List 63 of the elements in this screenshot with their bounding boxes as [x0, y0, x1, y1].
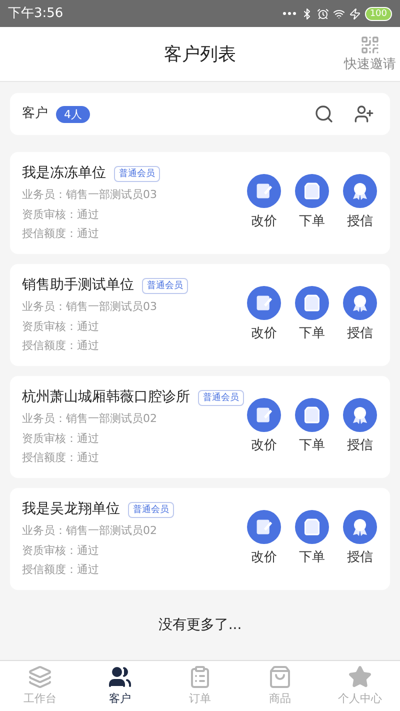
customer-detail: 授信额度：通过 [22, 338, 100, 354]
customer-detail: 授信额度：通过 [22, 562, 100, 578]
customer-name: 我是吴龙翔单位 [22, 500, 120, 520]
customer-name: 我是冻冻单位 [22, 164, 106, 184]
count-badge: 4人 [56, 106, 90, 122]
action-button[interactable]: 改价 [246, 286, 282, 344]
layers-icon [28, 664, 52, 689]
qr-code-icon [360, 35, 380, 55]
action-button[interactable]: 下单 [294, 174, 330, 232]
customer-detail: 授信额度：通过 [22, 226, 100, 242]
action-button[interactable]: 改价 [246, 510, 282, 568]
customer-detail: 业务员：销售一部测试员03 [22, 187, 158, 204]
summary-label: 客户 [22, 105, 48, 124]
customer-detail: 资质审核：通过 [22, 318, 100, 335]
star-icon [348, 664, 372, 689]
dots-icon [282, 12, 297, 16]
customer-card[interactable]: 杭州萧山城厢韩薇口腔诊所 普通会员 业务员：销售一部测试员02 资质审核：通过 授信额度：通过 改价 下单 授信 [10, 376, 390, 478]
action-button[interactable]: 下单 [294, 510, 330, 568]
customer-detail: 资质审核：通过 [22, 542, 100, 559]
search-button[interactable] [314, 104, 334, 124]
member-tag: 普通会员 [198, 390, 244, 406]
battery-indicator: 100 [364, 6, 392, 20]
ribbon-badge-icon [350, 517, 370, 538]
customer-detail: 业务员：销售一部测试员02 [22, 411, 158, 428]
member-tag: 普通会员 [142, 278, 188, 294]
customer-card[interactable]: 我是冻冻单位 普通会员 业务员：销售一部测试员03 资质审核：通过 授信额度：通过 改价 下单 授信 [10, 152, 390, 254]
customer-name: 杭州萧山城厢韩薇口腔诊所 [22, 388, 190, 408]
end-of-list-text: 没有更多了... [158, 616, 242, 634]
note-edit-icon [255, 294, 273, 312]
customer-detail: 资质审核：通过 [22, 206, 100, 223]
tab[interactable]: 客户 [80, 661, 160, 711]
action-button[interactable]: 改价 [246, 398, 282, 456]
alarm-icon [316, 8, 329, 20]
customer-detail: 业务员：销售一部测试员03 [22, 299, 158, 316]
note-edit-icon [255, 406, 273, 424]
status-time: 下午3:56 [8, 4, 64, 23]
member-tag: 普通会员 [128, 502, 174, 518]
member-tag: 普通会员 [114, 166, 160, 182]
action-button[interactable]: 下单 [294, 286, 330, 344]
ribbon-badge-icon [350, 181, 370, 202]
wifi-icon [332, 8, 345, 20]
clipboard-icon [188, 664, 212, 689]
action-button[interactable]: 授信 [342, 510, 378, 568]
action-button[interactable]: 改价 [246, 174, 282, 232]
note-edit-icon [255, 182, 273, 200]
action-button[interactable]: 授信 [342, 286, 378, 344]
customer-detail: 业务员：销售一部测试员02 [22, 523, 158, 540]
ribbon-badge-icon [350, 405, 370, 426]
users-icon [108, 664, 132, 689]
page-title: 客户列表 [164, 42, 236, 66]
action-button[interactable]: 授信 [342, 398, 378, 456]
ribbon-badge-icon [350, 293, 370, 314]
charging-icon [348, 8, 361, 20]
add-user-button[interactable] [354, 104, 374, 124]
customer-card[interactable]: 销售助手测试单位 普通会员 业务员：销售一部测试员03 资质审核：通过 授信额度：通过 改价 下单 授信 [10, 264, 390, 366]
note-edit-icon [255, 518, 273, 536]
action-button[interactable]: 授信 [342, 174, 378, 232]
customer-name: 销售助手测试单位 [22, 276, 134, 296]
quick-invite-button[interactable]: 快速邀请 [344, 35, 396, 74]
action-button[interactable]: 下单 [294, 398, 330, 456]
customer-card[interactable]: 我是吴龙翔单位 普通会员 业务员：销售一部测试员02 资质审核：通过 授信额度：通过 改价 下单 授信 [10, 488, 390, 590]
customer-detail: 授信额度：通过 [22, 450, 100, 466]
customer-detail: 资质审核：通过 [22, 430, 100, 447]
